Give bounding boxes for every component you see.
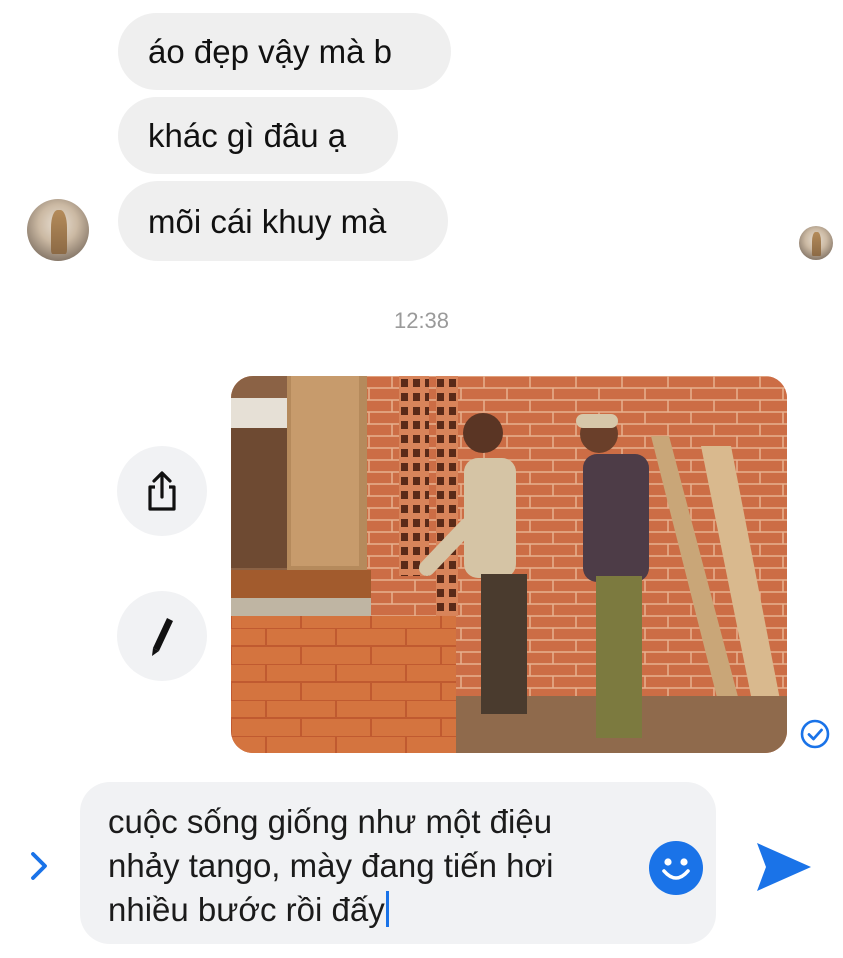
message-timestamp: 12:38	[393, 308, 450, 333]
incoming-message[interactable]: khác gì đâu ạ	[118, 97, 398, 174]
construction-photo	[231, 376, 787, 753]
incoming-message[interactable]: mõi cái khuy mà	[118, 181, 448, 261]
message-text: áo đẹp vậy mà b	[148, 33, 392, 70]
shared-photo[interactable]	[231, 376, 787, 753]
sender-avatar[interactable]	[27, 199, 89, 261]
message-input-text: cuộc sống giống như một điệu nhảy tango,…	[108, 803, 554, 928]
incoming-message[interactable]: áo đẹp vậy mà b	[118, 13, 451, 90]
chevron-right-icon[interactable]	[28, 848, 52, 884]
smiley-icon[interactable]	[648, 840, 704, 896]
message-input[interactable]: cuộc sống giống như một điệu nhảy tango,…	[80, 782, 716, 944]
read-receipt-avatar	[799, 226, 833, 260]
check-circle-icon	[800, 719, 830, 749]
message-text: mõi cái khuy mà	[148, 202, 387, 240]
edit-button[interactable]	[117, 591, 207, 681]
share-button[interactable]	[117, 446, 207, 536]
text-caret	[385, 891, 389, 927]
share-icon	[148, 471, 176, 511]
send-icon[interactable]	[754, 840, 814, 894]
pencil-icon	[152, 618, 173, 656]
message-text: khác gì đâu ạ	[148, 117, 347, 154]
